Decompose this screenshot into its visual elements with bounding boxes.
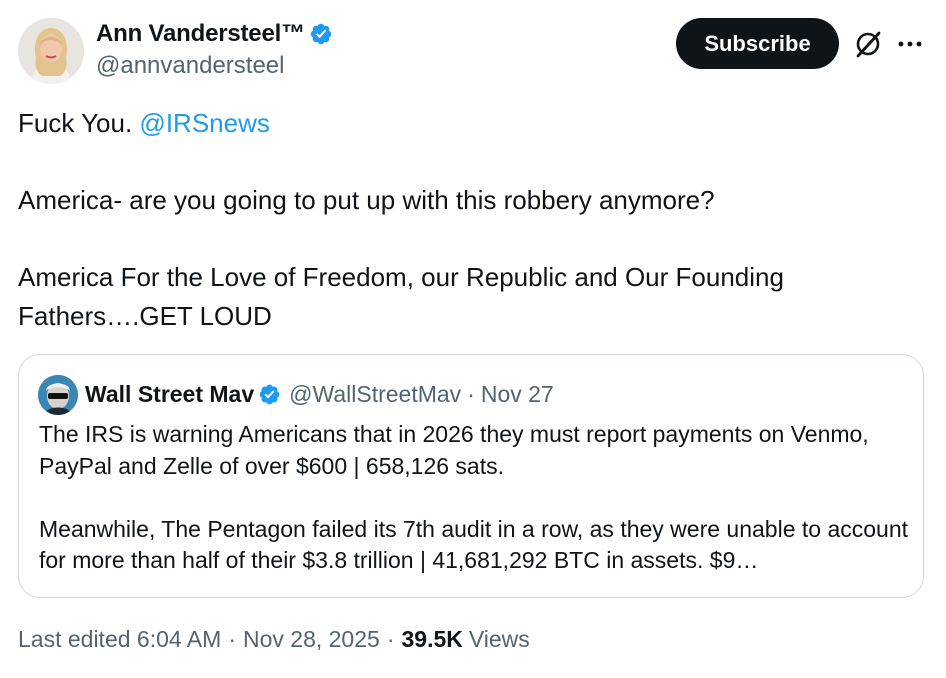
quoted-handle[interactable]: @WallStreetMav — [289, 381, 461, 408]
post-date-link[interactable]: Nov 28, 2025 — [243, 626, 380, 653]
quoted-author-avatar[interactable] — [38, 375, 78, 415]
meta-separator-2: · — [386, 626, 395, 652]
verified-badge-icon[interactable] — [309, 22, 333, 46]
grok-icon[interactable] — [852, 28, 884, 60]
author-display-name[interactable]: Ann Vandersteel™ — [96, 20, 305, 48]
quoted-paragraph-2: Meanwhile, The Pentagon failed its 7th a… — [39, 515, 909, 574]
quoted-date[interactable]: Nov 27 — [481, 381, 554, 408]
author-name-row[interactable]: Ann Vandersteel™ — [96, 18, 333, 50]
subscribe-button[interactable]: Subscribe — [676, 18, 839, 69]
quoted-avatar-image — [38, 375, 78, 415]
views-count[interactable]: 39.5K — [401, 626, 462, 653]
author-handle[interactable]: @annvandersteel — [96, 52, 284, 80]
author-avatar-image — [18, 18, 84, 84]
tweet-meta: Last edited 6:04 AM · Nov 28, 2025 · 39.… — [18, 626, 530, 653]
quoted-separator: · — [467, 380, 475, 407]
author-avatar[interactable] — [18, 18, 84, 84]
tweet-header: Ann Vandersteel™ @annvandersteel Subscri… — [0, 0, 946, 100]
tweet-line-1-text: Fuck You. — [18, 108, 140, 138]
quoted-verified-badge-icon[interactable] — [258, 383, 281, 406]
quoted-text: The IRS is warning Americans that in 202… — [39, 419, 909, 577]
mention-link[interactable]: @IRSnews — [139, 108, 269, 138]
tweet-line-1: Fuck You. @IRSnews — [18, 104, 918, 143]
tweet-text: Fuck You. @IRSnews America- are you goin… — [18, 104, 918, 335]
meta-separator: · — [228, 626, 236, 652]
quoted-display-name[interactable]: Wall Street Mav — [85, 381, 254, 408]
quoted-header[interactable]: Wall Street Mav @WallStreetMav · Nov 27 — [85, 377, 554, 411]
tweet-line-2: America- are you going to put up with th… — [18, 185, 715, 215]
more-horizontal-icon[interactable] — [896, 30, 924, 58]
quoted-tweet-card[interactable]: Wall Street Mav @WallStreetMav · Nov 27 … — [18, 354, 924, 598]
tweet-line-3: America For the Love of Freedom, our Rep… — [18, 262, 784, 331]
views-label[interactable]: Views — [469, 626, 530, 653]
edited-time-link[interactable]: Last edited 6:04 AM — [18, 626, 221, 653]
quoted-paragraph-1: The IRS is warning Americans that in 202… — [39, 421, 869, 479]
